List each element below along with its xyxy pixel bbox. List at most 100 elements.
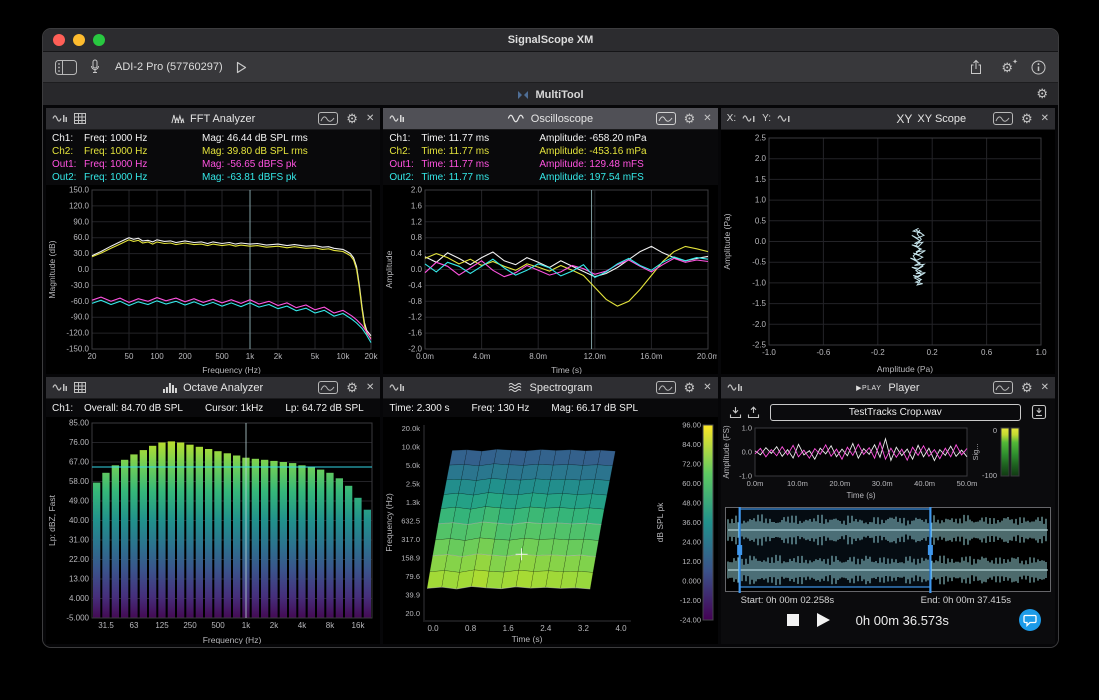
- minimize-window-button[interactable]: [73, 34, 85, 46]
- svg-text:2.4: 2.4: [541, 624, 553, 633]
- fft-panel-header[interactable]: FFT Analyzer ⚙ ✕: [46, 108, 380, 130]
- svg-text:1k: 1k: [242, 621, 251, 630]
- input-signal-icon[interactable]: [389, 113, 405, 124]
- svg-text:1.2: 1.2: [411, 217, 423, 226]
- svg-text:5k: 5k: [311, 352, 320, 361]
- scope-readout-row: Ch1:Time: 11.77 msAmplitude: -658.20 mPa: [389, 132, 711, 145]
- svg-text:20.0k: 20.0k: [402, 424, 421, 433]
- audio-file-name[interactable]: TestTracks Crop.wav: [770, 404, 1021, 421]
- multitool-gear-icon[interactable]: ⚙: [1036, 87, 1048, 100]
- spectrogram-waves-icon: [508, 382, 524, 393]
- spectrogram-panel-title: Spectrogram: [508, 382, 592, 394]
- settings-gear-icon[interactable]: ⚙ ✦: [1001, 61, 1013, 74]
- file-import-icon[interactable]: [1031, 404, 1047, 420]
- spectrogram-chart[interactable]: 20.0k10.0k5.0k2.5k1.3k632.5317.0158.979.…: [383, 417, 717, 644]
- selection-end-label: End: 0h 00m 37.415s: [921, 595, 1011, 606]
- gear-icon[interactable]: ⚙: [346, 112, 358, 125]
- share-icon[interactable]: [969, 59, 983, 75]
- close-icon[interactable]: ✕: [703, 114, 711, 124]
- gear-icon[interactable]: ⚙: [684, 112, 696, 125]
- player-overview-chart[interactable]: 1.00.0-1.00.0m10.0m20.0m30.0m40.0m50.0mT…: [721, 422, 1055, 506]
- svg-text:4.0m: 4.0m: [473, 352, 491, 361]
- svg-text:72.00: 72.00: [683, 460, 702, 469]
- svg-text:0.0: 0.0: [78, 265, 90, 274]
- svg-text:2.5k: 2.5k: [406, 480, 420, 489]
- x-signal-icon[interactable]: [742, 113, 756, 124]
- svg-text:-120.0: -120.0: [66, 329, 89, 338]
- channel-grid-icon[interactable]: [74, 113, 86, 124]
- svg-text:10k: 10k: [337, 352, 351, 361]
- input-signal-icon[interactable]: [52, 382, 68, 393]
- svg-text:30.0: 30.0: [73, 249, 89, 258]
- microphone-icon[interactable]: [90, 59, 100, 75]
- play-button[interactable]: [817, 613, 830, 627]
- save-to-disk-icon[interactable]: [729, 406, 742, 419]
- fft-chart[interactable]: 150.0120.090.060.030.00.0-30.0-60.0-90.0…: [46, 185, 380, 374]
- svg-text:-12.00: -12.00: [680, 596, 701, 605]
- y-channel-label: Y:: [762, 113, 771, 124]
- multitool-title: MultiTool: [517, 89, 583, 101]
- xy-panel-header[interactable]: X: Y: XY XY Scope: [721, 108, 1055, 130]
- svg-text:158.9: 158.9: [402, 554, 421, 563]
- gear-icon[interactable]: ⚙: [1021, 112, 1033, 125]
- channel-grid-icon[interactable]: [74, 382, 86, 393]
- svg-text:2.5: 2.5: [755, 134, 767, 143]
- close-icon[interactable]: ✕: [366, 114, 374, 124]
- device-selector[interactable]: ADI-2 Pro (57760297): [115, 61, 223, 73]
- chart-style-button[interactable]: [993, 112, 1013, 125]
- input-signal-icon[interactable]: [389, 382, 405, 393]
- info-icon[interactable]: [1031, 60, 1046, 75]
- chart-style-button[interactable]: [993, 381, 1013, 394]
- oscilloscope-panel-header[interactable]: Oscilloscope ⚙ ✕: [383, 108, 717, 130]
- svg-text:0.0m: 0.0m: [416, 352, 434, 361]
- titlebar[interactable]: SignalScope XM: [43, 29, 1058, 52]
- close-window-button[interactable]: [53, 34, 65, 46]
- gear-icon[interactable]: ⚙: [346, 381, 358, 394]
- start-capture-button[interactable]: [236, 61, 247, 74]
- svg-text:0.0m: 0.0m: [746, 479, 763, 488]
- svg-text:84.00: 84.00: [683, 440, 702, 449]
- oscilloscope-chart[interactable]: 2.01.61.20.80.40.0-0.4-0.8-1.2-1.6-2.00.…: [383, 185, 717, 374]
- sidebar-toggle-icon[interactable]: [55, 60, 77, 75]
- y-signal-icon[interactable]: [777, 113, 791, 124]
- svg-text:Amplitude (Pa): Amplitude (Pa): [877, 364, 933, 374]
- svg-text:60.0: 60.0: [73, 233, 89, 242]
- close-icon[interactable]: ✕: [1041, 383, 1049, 393]
- chart-style-button[interactable]: [318, 112, 338, 125]
- spectrogram-panel-header[interactable]: Spectrogram ⚙ ✕: [383, 377, 717, 399]
- svg-text:0.4: 0.4: [411, 249, 423, 258]
- svg-text:1.0: 1.0: [1035, 348, 1047, 357]
- svg-text:0.0: 0.0: [428, 624, 440, 633]
- svg-text:3.2: 3.2: [578, 624, 590, 633]
- svg-text:2k: 2k: [274, 352, 283, 361]
- close-icon[interactable]: ✕: [366, 383, 374, 393]
- stop-button[interactable]: [787, 614, 799, 626]
- octave-panel-header[interactable]: Octave Analyzer ⚙ ✕: [46, 377, 380, 399]
- chart-style-button[interactable]: [656, 381, 676, 394]
- player-panel-header[interactable]: ▶PLAY Player ⚙ ✕: [721, 377, 1055, 399]
- zoom-window-button[interactable]: [93, 34, 105, 46]
- close-icon[interactable]: ✕: [703, 383, 711, 393]
- close-icon[interactable]: ✕: [1041, 114, 1049, 124]
- octave-chart[interactable]: 85.0076.0067.0058.0049.0040.0031.0022.00…: [46, 417, 380, 644]
- gear-icon[interactable]: ⚙: [684, 381, 696, 394]
- spectrogram-readout: Time: 2.300 s Freq: 130 Hz Mag: 66.17 dB…: [383, 399, 717, 417]
- input-signal-icon[interactable]: [727, 382, 743, 393]
- chart-style-button[interactable]: [318, 381, 338, 394]
- fft-readout-row: Ch2:Freq: 1000 HzMag: 39.80 dB SPL rms: [52, 145, 374, 158]
- gear-icon[interactable]: ⚙: [1021, 381, 1033, 394]
- xy-chart[interactable]: 2.52.01.51.00.50.0-0.5-1.0-1.5-2.0-2.5-1…: [721, 130, 1055, 374]
- svg-text:Lp: dBZ, Fast: Lp: dBZ, Fast: [47, 494, 57, 546]
- svg-text:30.0m: 30.0m: [871, 479, 892, 488]
- load-from-disk-icon[interactable]: [747, 406, 760, 419]
- fft-readouts: Ch1:Freq: 1000 HzMag: 46.44 dB SPL rms C…: [46, 130, 380, 185]
- svg-text:dB SPL pk: dB SPL pk: [655, 502, 665, 543]
- feedback-chat-icon[interactable]: [1019, 609, 1041, 631]
- player-waveform[interactable]: [721, 506, 1055, 594]
- chart-style-button[interactable]: [656, 112, 676, 125]
- svg-text:12.0m: 12.0m: [584, 352, 607, 361]
- input-signal-icon[interactable]: [52, 113, 68, 124]
- scope-readout-row: Out2:Time: 11.77 msAmplitude: 197.54 mFS: [389, 171, 711, 184]
- svg-text:63: 63: [130, 621, 139, 630]
- svg-text:0.000: 0.000: [683, 577, 702, 586]
